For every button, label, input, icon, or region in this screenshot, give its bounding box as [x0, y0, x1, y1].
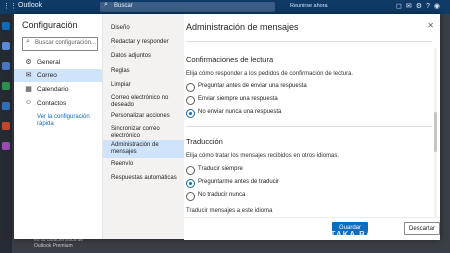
app-launcher-icon[interactable]: ⋮⋮	[3, 3, 17, 11]
radio-label: Preguntar antes de enviar una respuesta	[198, 83, 307, 89]
radio-label: No enviar nunca una respuesta	[198, 109, 282, 115]
discard-button[interactable]: Descartar	[404, 222, 440, 235]
nav-item-label: Correo	[37, 72, 57, 79]
global-search-box[interactable]: ⌕ Buscar	[100, 1, 275, 12]
translation-title: Traducción	[186, 137, 223, 146]
nav-sub-attachments[interactable]: Datos adjuntos	[111, 53, 181, 60]
radio-label: Traducir siempre	[198, 166, 243, 172]
close-icon[interactable]: ✕	[427, 21, 434, 30]
radio-button[interactable]	[186, 166, 195, 175]
nav-item-contacts[interactable]: ☺ Contactos	[14, 97, 102, 110]
nav-sub-rules[interactable]: Reglas	[111, 68, 181, 75]
people-icon: ☺	[24, 99, 33, 106]
nav-item-label: Contactos	[37, 100, 67, 107]
scrollbar-thumb[interactable]	[434, 112, 437, 152]
mail-app-icon[interactable]	[2, 22, 10, 30]
app-rail	[0, 14, 12, 253]
search-icon: ⌕	[104, 1, 108, 8]
settings-secondary-nav: Diseño Redactar y responder Datos adjunt…	[103, 14, 184, 239]
quick-settings-link[interactable]: Ver la configuración rápida	[37, 114, 97, 128]
nav-sub-actions[interactable]: Personalizar acciones	[111, 113, 181, 120]
app-header: ⋮⋮ Outlook ⌕ Buscar Reunirse ahora ◻✉⚙?◉	[0, 0, 450, 14]
translation-desc: Elija cómo tratar los mensajes recibidos…	[186, 153, 340, 159]
nav-sub-sync[interactable]: Sincronizar correo electrónico	[111, 126, 181, 140]
settings-search-placeholder: Buscar configuración...	[35, 40, 97, 46]
read-receipts-desc: Elija cómo responder a los pedidos de co…	[186, 71, 354, 77]
radio-button[interactable]	[186, 83, 195, 92]
settings-title: Configuración	[22, 20, 78, 30]
radio-label: No traducir nunca	[198, 192, 246, 198]
divider	[186, 41, 432, 42]
nav-sub-auto-replies[interactable]: Respuestas automáticas	[111, 175, 181, 182]
nav-sub-layout[interactable]: Diseño	[111, 25, 181, 32]
settings-primary-nav: Configuración ⌕ Buscar configuración... …	[14, 14, 103, 239]
radio-label: Preguntarme antes de traducir	[198, 179, 280, 185]
radio-button-selected[interactable]	[186, 109, 195, 118]
radio-button[interactable]	[186, 192, 195, 201]
divider	[186, 126, 432, 127]
nav-sub-sweep[interactable]: Limpiar	[111, 82, 181, 89]
nav-sub-forwarding[interactable]: Reenvío	[111, 161, 181, 168]
translate-language-label: Traducir mensajes a este idioma	[186, 208, 273, 214]
watermark-logo: XATAKA BASICS	[318, 230, 396, 239]
gear-icon: ⚙	[25, 59, 32, 66]
nav-sub-junk[interactable]: Correo electrónico no deseado	[111, 95, 181, 109]
app-title: Outlook	[18, 2, 43, 9]
calendar-app-icon[interactable]	[2, 42, 10, 50]
nav-item-label: General	[37, 59, 61, 66]
powerpoint-app-icon[interactable]	[2, 122, 10, 130]
nav-sub-message-handling[interactable]: Administración de mensajes	[103, 140, 184, 158]
nav-item-calendar[interactable]: ▦ Calendario	[14, 83, 102, 96]
nav-item-label: Calendario	[37, 86, 69, 93]
dialog-footer	[184, 217, 440, 240]
nav-item-mail[interactable]: ✉ Correo	[14, 69, 102, 82]
onenote-app-icon[interactable]	[2, 142, 10, 150]
people-app-icon[interactable]	[2, 62, 10, 70]
excel-app-icon[interactable]	[2, 82, 10, 90]
search-icon: ⌕	[26, 38, 30, 45]
radio-button-selected[interactable]	[186, 179, 195, 188]
settings-dialog: Configuración ⌕ Buscar configuración... …	[14, 14, 440, 240]
background-note-line: Outlook Premium	[34, 243, 73, 249]
nav-item-general[interactable]: ⚙ General	[14, 56, 102, 69]
radio-label: Enviar siempre una respuesta	[198, 96, 278, 102]
header-icons[interactable]: ◻✉⚙?◉	[396, 2, 444, 10]
mail-icon: ✉	[25, 72, 32, 79]
pane-title: Administración de mensajes	[186, 22, 299, 32]
nav-sub-compose[interactable]: Redactar y responder	[111, 39, 181, 46]
content-scrollbar[interactable]	[434, 48, 437, 224]
radio-button[interactable]	[186, 96, 195, 105]
word-app-icon[interactable]	[2, 102, 10, 110]
meet-now-button[interactable]: Reunirse ahora	[290, 3, 328, 9]
settings-search-input[interactable]: ⌕ Buscar configuración...	[22, 37, 98, 51]
calendar-icon: ▦	[25, 86, 32, 93]
read-receipts-title: Confirmaciones de lectura	[186, 55, 274, 64]
global-search-placeholder: Buscar	[114, 3, 133, 9]
